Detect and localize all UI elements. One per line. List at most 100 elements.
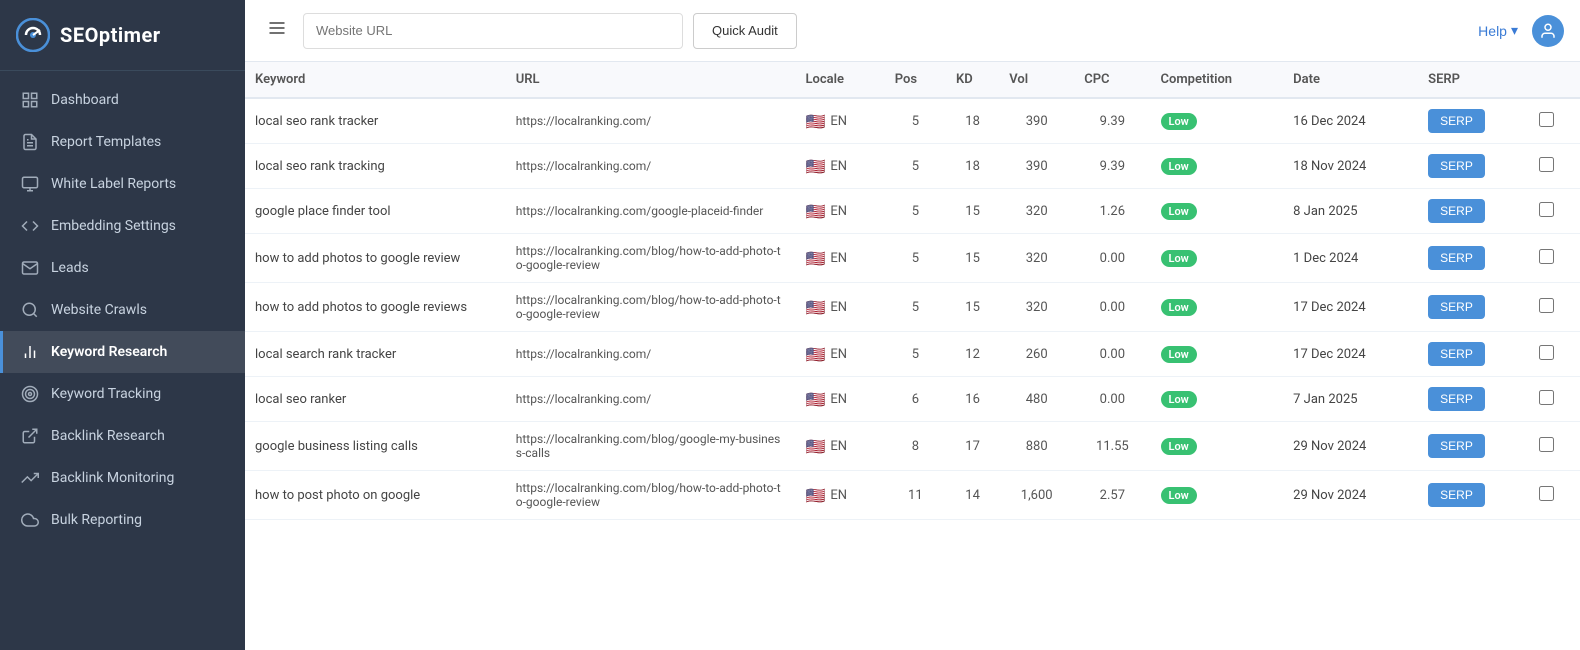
mail-icon bbox=[21, 259, 39, 277]
col-select bbox=[1529, 62, 1580, 98]
row-checkbox[interactable] bbox=[1539, 486, 1554, 501]
cell-kd: 18 bbox=[946, 144, 999, 189]
competition-badge: Low bbox=[1161, 203, 1197, 220]
flag-icon: 🇺🇸 bbox=[805, 437, 825, 456]
cell-cpc: 0.00 bbox=[1074, 332, 1150, 377]
cell-keyword: how to post photo on google bbox=[245, 471, 506, 520]
serp-button[interactable]: SERP bbox=[1428, 342, 1485, 366]
cell-competition: Low bbox=[1151, 377, 1284, 422]
locale-code: EN bbox=[830, 300, 847, 315]
row-checkbox[interactable] bbox=[1539, 112, 1554, 127]
sidebar-item-leads[interactable]: Leads bbox=[0, 247, 245, 289]
locale-code: EN bbox=[830, 204, 847, 219]
cell-url: https://localranking.com/ bbox=[506, 98, 796, 144]
cell-checkbox[interactable] bbox=[1529, 144, 1580, 189]
cell-checkbox[interactable] bbox=[1529, 471, 1580, 520]
bar-chart-icon bbox=[21, 343, 39, 361]
locale-code: EN bbox=[830, 488, 847, 503]
cell-url: https://localranking.com/ bbox=[506, 332, 796, 377]
serp-button[interactable]: SERP bbox=[1428, 295, 1485, 319]
cell-cpc: 1.26 bbox=[1074, 189, 1150, 234]
locale-code: EN bbox=[830, 114, 847, 129]
competition-badge: Low bbox=[1161, 113, 1197, 130]
cell-keyword: local search rank tracker bbox=[245, 332, 506, 377]
cell-serp[interactable]: SERP bbox=[1418, 189, 1529, 234]
help-button[interactable]: Help ▾ bbox=[1478, 22, 1518, 39]
cell-serp[interactable]: SERP bbox=[1418, 422, 1529, 471]
hamburger-button[interactable] bbox=[261, 12, 293, 49]
cell-kd: 12 bbox=[946, 332, 999, 377]
quick-audit-button[interactable]: Quick Audit bbox=[693, 13, 797, 49]
sidebar-logo-text: SEOptimer bbox=[60, 23, 161, 47]
cell-locale: 🇺🇸 EN bbox=[795, 422, 884, 471]
cell-competition: Low bbox=[1151, 471, 1284, 520]
cell-checkbox[interactable] bbox=[1529, 189, 1580, 234]
locale-code: EN bbox=[830, 439, 847, 454]
cell-pos: 5 bbox=[885, 234, 946, 283]
serp-button[interactable]: SERP bbox=[1428, 483, 1485, 507]
cell-competition: Low bbox=[1151, 234, 1284, 283]
cell-checkbox[interactable] bbox=[1529, 234, 1580, 283]
cell-date: 1 Dec 2024 bbox=[1283, 234, 1418, 283]
cell-url: https://localranking.com/ bbox=[506, 144, 796, 189]
sidebar-item-website-crawls[interactable]: Website Crawls bbox=[0, 289, 245, 331]
competition-badge: Low bbox=[1161, 346, 1197, 363]
cell-locale: 🇺🇸 EN bbox=[795, 234, 884, 283]
cell-checkbox[interactable] bbox=[1529, 332, 1580, 377]
help-label: Help bbox=[1478, 23, 1507, 39]
cloud-icon bbox=[21, 511, 39, 529]
sidebar-item-backlink-research[interactable]: Backlink Research bbox=[0, 415, 245, 457]
cell-serp[interactable]: SERP bbox=[1418, 283, 1529, 332]
serp-button[interactable]: SERP bbox=[1428, 199, 1485, 223]
cell-url: https://localranking.com/blog/google-my-… bbox=[506, 422, 796, 471]
cell-serp[interactable]: SERP bbox=[1418, 98, 1529, 144]
cell-serp[interactable]: SERP bbox=[1418, 144, 1529, 189]
serp-button[interactable]: SERP bbox=[1428, 387, 1485, 411]
sidebar-item-white-label-reports[interactable]: White Label Reports bbox=[0, 163, 245, 205]
sidebar-item-keyword-tracking[interactable]: Keyword Tracking bbox=[0, 373, 245, 415]
cell-locale: 🇺🇸 EN bbox=[795, 189, 884, 234]
cell-checkbox[interactable] bbox=[1529, 283, 1580, 332]
cell-locale: 🇺🇸 EN bbox=[795, 144, 884, 189]
sidebar-item-embedding-settings[interactable]: Embedding Settings bbox=[0, 205, 245, 247]
flag-icon: 🇺🇸 bbox=[805, 298, 825, 317]
serp-button[interactable]: SERP bbox=[1428, 109, 1485, 133]
row-checkbox[interactable] bbox=[1539, 202, 1554, 217]
col-locale: Locale bbox=[795, 62, 884, 98]
sidebar-item-bulk-reporting[interactable]: Bulk Reporting bbox=[0, 499, 245, 541]
row-checkbox[interactable] bbox=[1539, 437, 1554, 452]
row-checkbox[interactable] bbox=[1539, 345, 1554, 360]
table-row: local seo rank tracker https://localrank… bbox=[245, 98, 1580, 144]
seoptimer-logo-icon bbox=[16, 18, 50, 52]
monitor-icon bbox=[21, 175, 39, 193]
sidebar-label-bulk-reporting: Bulk Reporting bbox=[51, 512, 142, 528]
cell-checkbox[interactable] bbox=[1529, 98, 1580, 144]
cell-url: https://localranking.com/ bbox=[506, 377, 796, 422]
row-checkbox[interactable] bbox=[1539, 249, 1554, 264]
url-input[interactable] bbox=[303, 13, 683, 49]
col-kd: KD bbox=[946, 62, 999, 98]
serp-button[interactable]: SERP bbox=[1428, 154, 1485, 178]
cell-serp[interactable]: SERP bbox=[1418, 234, 1529, 283]
cell-checkbox[interactable] bbox=[1529, 377, 1580, 422]
row-checkbox[interactable] bbox=[1539, 157, 1554, 172]
competition-badge: Low bbox=[1161, 487, 1197, 504]
cell-cpc: 9.39 bbox=[1074, 98, 1150, 144]
serp-button[interactable]: SERP bbox=[1428, 246, 1485, 270]
cell-checkbox[interactable] bbox=[1529, 422, 1580, 471]
cell-pos: 5 bbox=[885, 144, 946, 189]
row-checkbox[interactable] bbox=[1539, 390, 1554, 405]
sidebar-item-keyword-research[interactable]: Keyword Research bbox=[0, 331, 245, 373]
cell-serp[interactable]: SERP bbox=[1418, 471, 1529, 520]
col-competition: Competition bbox=[1151, 62, 1284, 98]
row-checkbox[interactable] bbox=[1539, 298, 1554, 313]
sidebar-item-backlink-monitoring[interactable]: Backlink Monitoring bbox=[0, 457, 245, 499]
serp-button[interactable]: SERP bbox=[1428, 434, 1485, 458]
sidebar-nav: Dashboard Report Templates White Label R… bbox=[0, 71, 245, 650]
cell-serp[interactable]: SERP bbox=[1418, 332, 1529, 377]
sidebar-item-dashboard[interactable]: Dashboard bbox=[0, 79, 245, 121]
cell-cpc: 11.55 bbox=[1074, 422, 1150, 471]
cell-serp[interactable]: SERP bbox=[1418, 377, 1529, 422]
sidebar-item-report-templates[interactable]: Report Templates bbox=[0, 121, 245, 163]
user-avatar[interactable] bbox=[1532, 15, 1564, 47]
